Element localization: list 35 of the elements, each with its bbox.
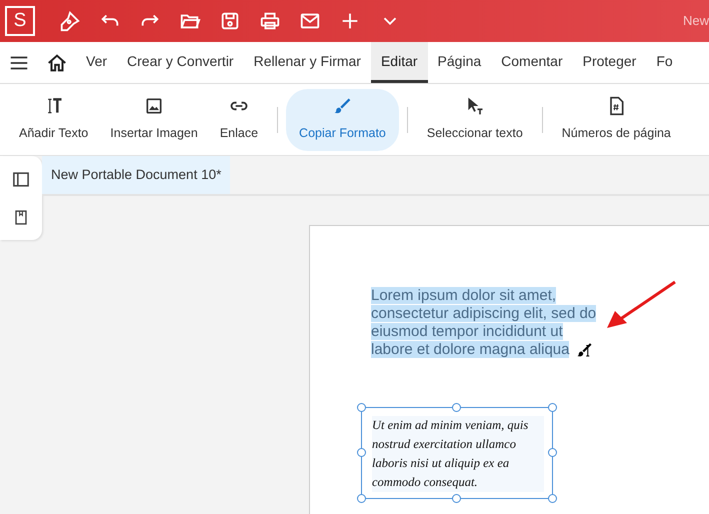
document-tab[interactable]: New Portable Document 10* <box>42 156 230 194</box>
toolbar-button[interactable]: Enlace <box>208 88 270 150</box>
menu-tab[interactable]: Rellenar y Firmar <box>244 42 371 83</box>
menu-tab[interactable]: Proteger <box>572 42 646 83</box>
menu-tab[interactable]: Fo <box>646 42 683 83</box>
text-paragraph: Lorem ipsum dolor sit amet, consectetur adipiscing elit, sed do eiusmod tempor incididunt ut labore et dolore magna aliqua <box>371 287 597 359</box>
menu-tab[interactable]: Página <box>428 42 492 83</box>
menu-tab[interactable]: Crear y Convertir <box>117 42 244 83</box>
text-box-content: Ut enim ad minim veniam, quis nostrud exercitation ullamco laboris nisi ut aliquip ex ea commodo consequat. <box>372 416 544 492</box>
resize-handle[interactable] <box>452 403 461 412</box>
save-icon[interactable] <box>219 10 241 32</box>
resize-handle[interactable] <box>548 448 557 457</box>
resize-handle[interactable] <box>548 494 557 503</box>
print-icon[interactable] <box>259 10 281 32</box>
app-logo[interactable]: S <box>5 6 35 36</box>
menu-tab[interactable]: Editar <box>370 42 428 83</box>
paintbrush-cursor-icon <box>575 341 593 359</box>
toolbar-button[interactable]: Copiar Formato <box>286 88 399 150</box>
menu-tab[interactable]: Comentar <box>491 42 573 83</box>
resize-handle[interactable] <box>548 403 557 412</box>
home-icon[interactable] <box>46 52 68 74</box>
resize-handle[interactable] <box>357 494 366 503</box>
resize-handle[interactable] <box>452 494 461 503</box>
toolbar-button[interactable]: Números de página <box>550 88 682 150</box>
pen-icon[interactable] <box>59 10 81 32</box>
toolbar-button[interactable]: Seleccionar texto <box>416 88 534 150</box>
resize-handle[interactable] <box>357 448 366 457</box>
image-icon <box>144 96 164 116</box>
toolbar-button[interactable]: Añadir Texto <box>8 88 100 150</box>
menu-tab[interactable]: Ver <box>76 42 118 83</box>
sidebar-icon[interactable] <box>11 170 31 189</box>
resize-handle[interactable] <box>357 403 366 412</box>
window-title: New <box>682 12 709 30</box>
toolbar-button[interactable]: Insertar Imagen <box>99 88 209 150</box>
arrow-annotation <box>605 280 677 330</box>
